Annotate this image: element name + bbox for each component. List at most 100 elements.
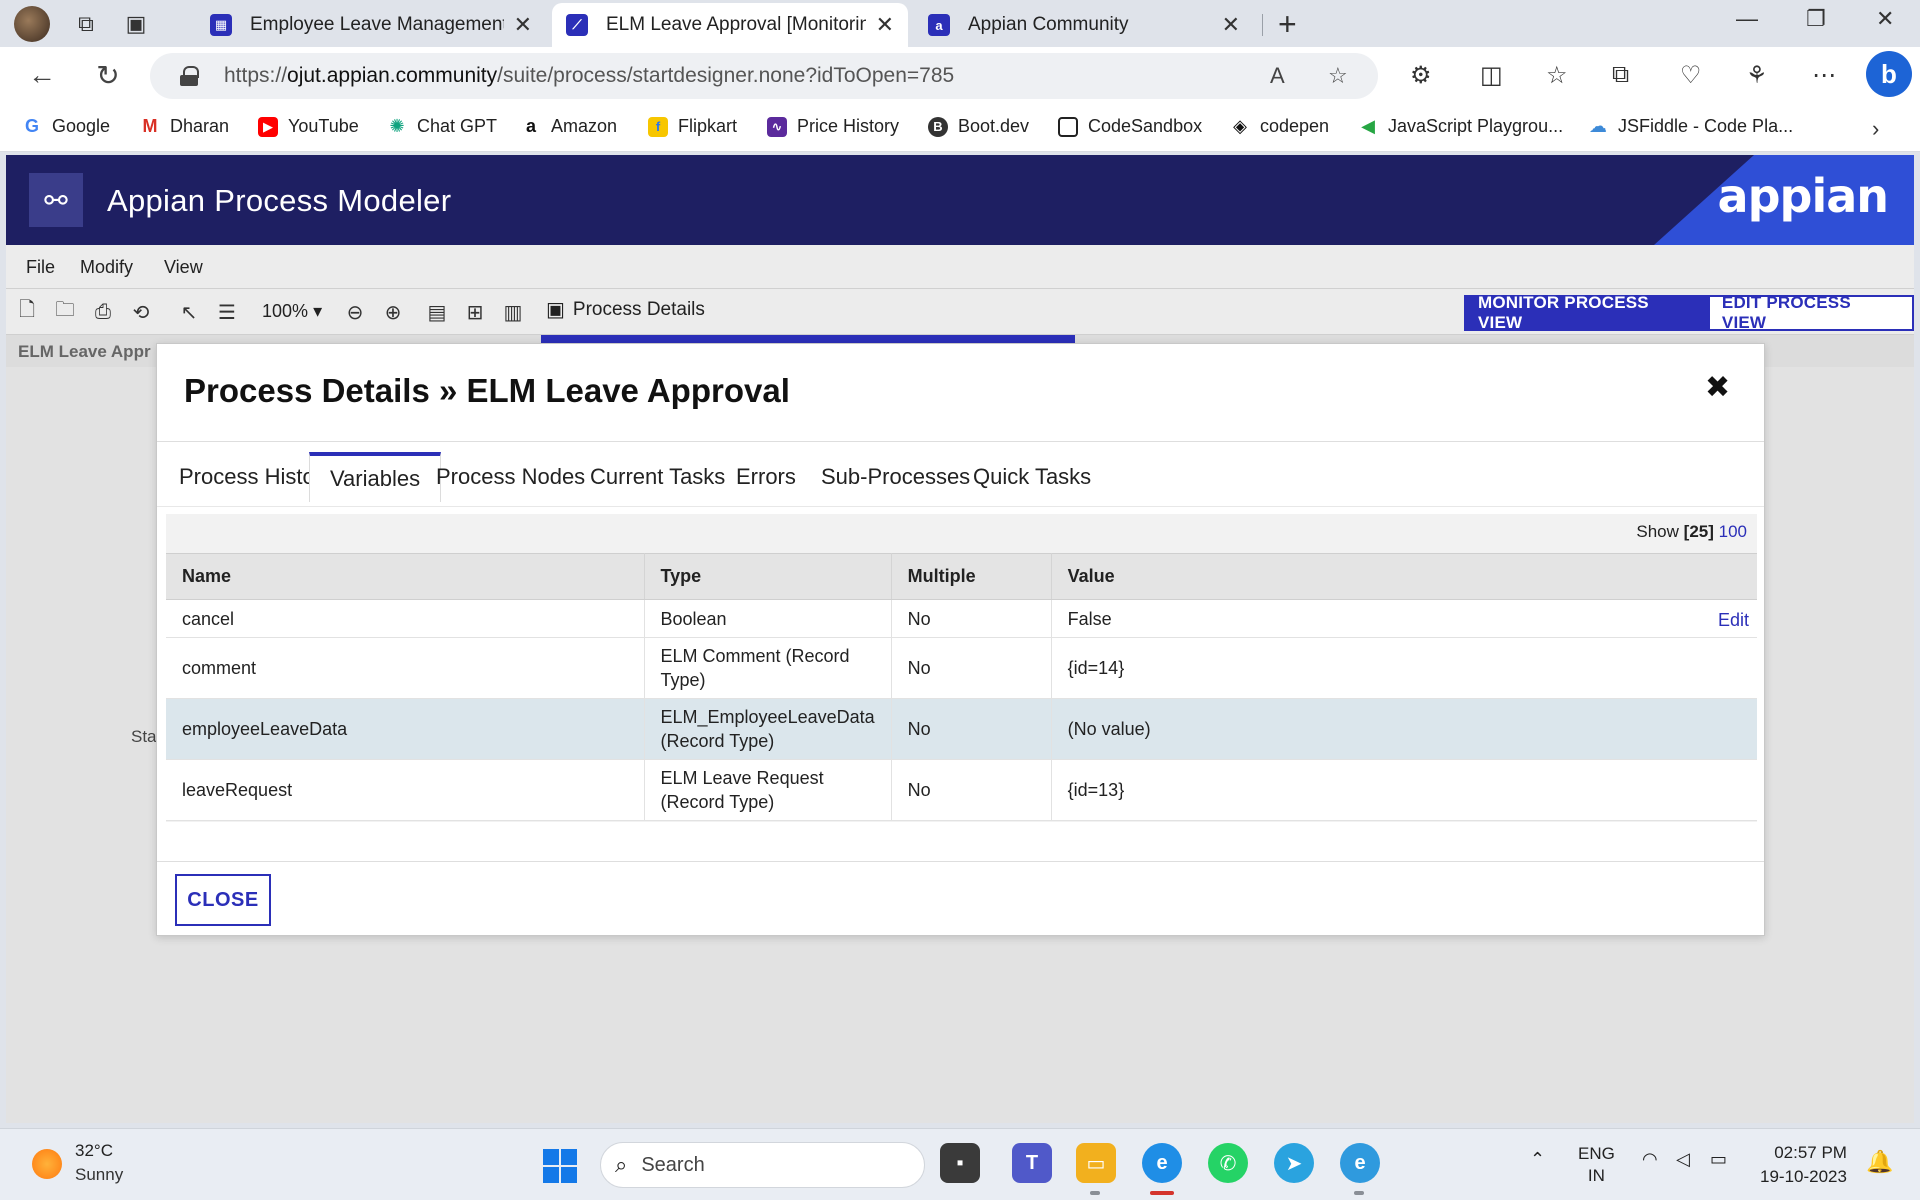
notification-bell-icon[interactable]: 🔔 [1866,1149,1893,1175]
grid-icon[interactable]: ⊞ [462,299,488,325]
monitor-process-view-button[interactable]: MONITOR PROCESS VIEW [1466,293,1710,332]
language-indicator[interactable]: ENG IN [1578,1143,1615,1187]
zoom-select[interactable]: 100% ▾ [262,301,322,322]
refresh-icon[interactable]: ↻ [90,57,126,93]
back-icon[interactable]: ← [24,57,60,93]
tab-sub-processes[interactable]: Sub-Processes [809,452,982,502]
battery-icon[interactable]: ▭ [1710,1149,1727,1170]
collections-icon[interactable]: ⧉ [1612,61,1629,89]
favorite-price-history[interactable]: ∿ Price History [767,116,899,137]
browser-tab-elm-leave-approval[interactable]: ⟋ ELM Leave Approval [Monitoring ✕ [552,3,908,47]
favorite-codepen[interactable]: ◈ codepen [1230,116,1329,137]
process-tab-label[interactable]: ELM Leave Appr [18,342,151,362]
tab-errors[interactable]: Errors [724,452,808,502]
whatsapp-icon[interactable]: ✆ [1208,1143,1248,1183]
page-size-100-link[interactable]: 100 [1719,522,1747,541]
annotation-icon[interactable]: ▤ [424,299,450,325]
close-tab-icon[interactable]: ✕ [1222,12,1240,38]
new-file-icon[interactable]: 🗋 [14,299,40,325]
address-bar[interactable]: https://ojut.appian.community/suite/proc… [150,53,1378,99]
profile-avatar[interactable] [14,5,50,42]
chart-icon[interactable]: ▥ [500,299,526,325]
new-tab-icon[interactable]: + [1278,6,1297,43]
list-icon[interactable]: ☰ [214,299,240,325]
chevron-up-icon[interactable]: ⌃ [1530,1149,1545,1170]
pointer-icon[interactable]: ↖ [176,299,202,325]
close-icon[interactable]: ✖ [1705,370,1730,405]
favorite-bootdev[interactable]: B Boot.dev [928,116,1029,137]
print-icon[interactable]: ⎙ [90,299,116,325]
weather-sun-icon[interactable] [32,1149,62,1179]
browser-essentials-icon[interactable]: ♡ [1680,61,1702,90]
favorite-youtube[interactable]: ▶ YouTube [258,116,359,137]
dialog-tabs: Process History Variables Process Nodes … [167,452,1757,502]
weather-description[interactable]: Sunny [75,1165,123,1185]
favorite-google[interactable]: G Google [22,116,110,137]
favorite-amazon[interactable]: a Amazon [521,116,617,137]
menu-view[interactable]: View [164,257,203,278]
refresh-icon[interactable]: ⟲ [128,299,154,325]
menu-modify[interactable]: Modify [80,257,133,278]
file-explorer-icon[interactable]: ▭ [1076,1143,1116,1183]
zoom-out-icon[interactable]: ⊖ [342,299,368,325]
restore-icon[interactable]: ❐ [1806,6,1826,32]
process-details-button[interactable]: ▣ Process Details [546,297,705,322]
browser-tab-strip: ⧉ ▣ ▦ Employee Leave Management – l ✕ ⟋ … [0,0,1920,47]
wifi-icon[interactable]: ◠ [1642,1149,1658,1170]
teams-icon[interactable]: T [1012,1143,1052,1183]
volume-icon[interactable]: ◁ [1676,1149,1690,1170]
favorite-dharan[interactable]: M Dharan [140,116,230,137]
favorite-codesandbox[interactable]: CodeSandbox [1058,116,1202,137]
column-header-type[interactable]: Type [644,553,892,600]
close-tab-icon[interactable]: ✕ [876,12,894,38]
favorite-flipkart[interactable]: f Flipkart [648,116,737,137]
table-header-row: Name Type Multiple Value [166,553,1757,600]
favorite-jsfiddle[interactable]: ☁ JSFiddle - Code Pla... [1588,116,1793,137]
vertical-tabs-icon[interactable]: ▣ [118,6,154,42]
menu-file[interactable]: File [26,257,55,278]
divider [157,441,1764,442]
cell-name: employeeLeaveData [166,698,645,760]
telegram-icon[interactable]: ➤ [1274,1143,1314,1183]
weather-temperature[interactable]: 32°C [75,1141,113,1161]
favorite-chatgpt[interactable]: ✺ Chat GPT [387,116,497,137]
taskbar-search[interactable]: ⌕ Search [600,1142,925,1188]
tab-current-tasks[interactable]: Current Tasks [578,452,737,502]
close-tab-icon[interactable]: ✕ [514,12,532,38]
browser-tab-employee-leave[interactable]: ▦ Employee Leave Management – l ✕ [196,3,546,47]
tab-quick-tasks[interactable]: Quick Tasks [961,452,1103,502]
edit-process-view-button[interactable]: EDIT PROCESS VIEW [1709,293,1912,332]
minimize-icon[interactable]: — [1736,6,1758,32]
extensions-puzzle-icon[interactable]: ⚘ [1746,61,1768,90]
task-view-icon[interactable]: ▪ [940,1143,980,1183]
read-aloud-icon[interactable]: A [1270,63,1285,89]
windows-start-icon[interactable] [543,1149,577,1183]
tab-variables[interactable]: Variables [309,452,442,502]
tab-process-nodes[interactable]: Process Nodes [424,452,597,502]
window-close-icon[interactable]: ✕ [1876,6,1894,32]
column-header-value[interactable]: Value [1051,553,1757,600]
edge-icon[interactable]: e [1142,1143,1182,1183]
close-button[interactable]: CLOSE [175,874,271,926]
favorites-icon[interactable]: ☆ [1546,61,1568,90]
column-header-multiple[interactable]: Multiple [891,553,1052,600]
workspaces-icon[interactable]: ⧉ [68,6,104,42]
open-folder-icon[interactable]: 🗀 [52,299,78,325]
copilot-icon[interactable]: b [1866,51,1912,97]
split-screen-icon[interactable]: ◫ [1480,61,1503,90]
search-icon: ⌕ [615,1152,628,1177]
edit-link[interactable]: Edit [1718,608,1749,632]
edge-profile-icon[interactable]: e [1340,1143,1380,1183]
favorite-star-icon[interactable]: ☆ [1328,63,1348,89]
lock-icon[interactable] [180,66,199,86]
more-menu-icon[interactable]: ⋯ [1812,61,1836,90]
extensions-icon[interactable]: ⚙ [1410,61,1432,90]
process-modeler-logo-icon: ⚯ [29,173,83,227]
system-clock[interactable]: 02:57 PM 19-10-2023 [1760,1141,1847,1189]
column-header-name[interactable]: Name [166,553,645,600]
browser-tab-appian-community[interactable]: a Appian Community ✕ [914,3,1254,47]
chevron-right-icon[interactable]: › [1872,116,1879,142]
favorite-javascript-playground[interactable]: ◀ JavaScript Playgrou... [1358,116,1563,137]
zoom-in-icon[interactable]: ⊕ [380,299,406,325]
url-text: https://ojut.appian.community/suite/proc… [224,64,955,87]
